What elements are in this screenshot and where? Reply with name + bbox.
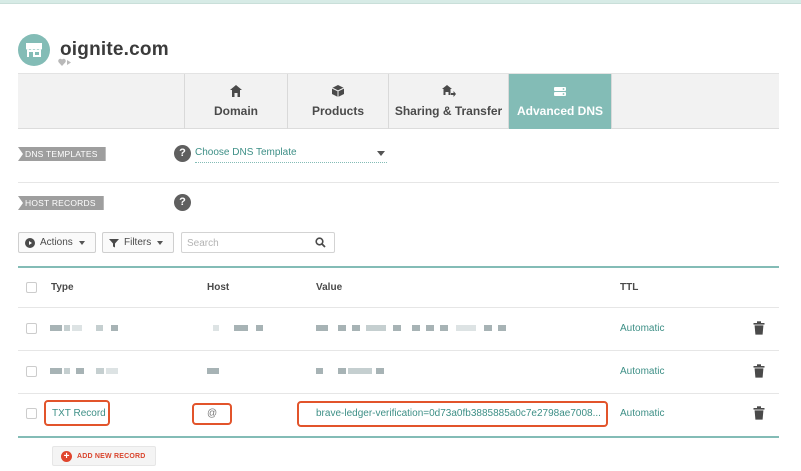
search-icon[interactable] [315, 237, 326, 248]
trash-icon[interactable] [753, 321, 765, 335]
dns-templates-help-icon[interactable]: ? [174, 145, 191, 162]
add-new-record-label: ADD NEW RECORD [77, 452, 146, 460]
redacted-cell [484, 325, 492, 331]
chevron-down-icon [157, 240, 164, 245]
tab-divider [611, 74, 612, 129]
dns-template-select[interactable]: Choose DNS Template [195, 145, 387, 163]
favorite-heart-icon[interactable] [58, 57, 72, 67]
redacted-cell [50, 325, 62, 331]
ttl-value[interactable]: Automatic [620, 323, 664, 334]
row-divider [18, 350, 779, 351]
redacted-cell [76, 368, 84, 374]
redacted-cell [412, 325, 420, 331]
tab-domain-label: Domain [213, 104, 258, 118]
redacted-cell [338, 325, 346, 331]
row-checkbox[interactable] [26, 366, 37, 377]
redacted-cell [426, 325, 434, 331]
host-records-row: HOST RECORDS ? [18, 183, 779, 221]
redacted-cell [72, 325, 82, 331]
redacted-cell [366, 325, 386, 331]
dns-templates-ribbon: DNS TEMPLATES [18, 147, 106, 161]
redacted-cell [234, 325, 248, 331]
redacted-cell [256, 325, 263, 331]
table-bottom-border [18, 436, 779, 438]
top-border [0, 0, 801, 4]
redacted-cell [316, 368, 323, 374]
filters-label: Filters [124, 237, 152, 248]
tab-advanced-dns-label: Advanced DNS [516, 104, 604, 118]
dns-templates-row: DNS TEMPLATES ? [18, 130, 779, 183]
tab-bar: Domain Products Sharing & Transfer Advan… [18, 73, 779, 129]
redacted-cell [316, 325, 328, 331]
search-input[interactable] [182, 234, 302, 253]
column-header-ttl: TTL [620, 282, 639, 293]
share-transfer-icon [441, 85, 456, 97]
record-value[interactable]: brave-ledger-verification=0d73a0fb388588… [316, 408, 606, 419]
redacted-cell [207, 368, 219, 374]
redacted-cell [96, 368, 104, 374]
play-circle-icon [25, 237, 35, 248]
redacted-cell [393, 325, 401, 331]
filter-icon [109, 238, 119, 247]
domain-title: oignite.com [60, 39, 169, 60]
redacted-cell [64, 368, 70, 374]
dns-icon [554, 87, 566, 96]
tab-sharing-transfer[interactable]: Sharing & Transfer [388, 74, 508, 129]
select-all-checkbox[interactable] [26, 282, 37, 293]
tab-sharing-transfer-label: Sharing & Transfer [394, 104, 503, 118]
dns-template-select-value: Choose DNS Template [195, 147, 297, 158]
row-divider [18, 307, 779, 308]
actions-button[interactable]: Actions [18, 232, 96, 253]
plus-icon: + [61, 450, 72, 462]
redacted-cell [440, 325, 448, 331]
row-checkbox[interactable] [26, 408, 37, 419]
tab-products[interactable]: Products [287, 74, 388, 129]
redacted-cell [498, 325, 506, 331]
row-divider [18, 393, 779, 394]
redacted-cell [106, 368, 118, 374]
redacted-cell [213, 325, 219, 331]
chevron-down-icon [377, 151, 385, 156]
home-icon [230, 85, 242, 97]
ttl-value[interactable]: Automatic [620, 408, 664, 419]
host-records-ribbon: HOST RECORDS [18, 196, 104, 210]
ttl-value[interactable]: Automatic [620, 366, 664, 377]
store-icon [18, 34, 50, 66]
search-box [181, 232, 335, 253]
redacted-cell [50, 368, 62, 374]
column-header-type: Type [51, 282, 74, 293]
redacted-cell [64, 325, 70, 331]
redacted-cell [96, 325, 103, 331]
record-type[interactable]: TXT Record [52, 408, 106, 419]
redacted-cell [456, 325, 476, 331]
tab-advanced-dns[interactable]: Advanced DNS [508, 74, 611, 129]
domain-header: oignite.com [18, 30, 169, 70]
redacted-cell [348, 368, 372, 374]
add-new-record-button[interactable]: + ADD NEW RECORD [52, 446, 156, 466]
chevron-down-icon [78, 240, 85, 245]
redacted-cell [352, 325, 360, 331]
tab-products-label: Products [311, 104, 364, 118]
row-checkbox[interactable] [26, 323, 37, 334]
redacted-cell [111, 325, 118, 331]
redacted-cell [376, 368, 384, 374]
filters-button[interactable]: Filters [102, 232, 174, 253]
column-header-value: Value [316, 282, 343, 293]
host-records-help-icon[interactable]: ? [174, 194, 191, 211]
tab-domain[interactable]: Domain [184, 74, 287, 129]
trash-icon[interactable] [753, 364, 765, 378]
redacted-cell [338, 368, 346, 374]
box-icon [331, 85, 345, 97]
actions-label: Actions [40, 237, 73, 248]
trash-icon[interactable] [753, 406, 765, 420]
table-top-border [18, 266, 779, 268]
column-header-host: Host [207, 282, 230, 293]
record-host[interactable]: @ [207, 408, 217, 419]
